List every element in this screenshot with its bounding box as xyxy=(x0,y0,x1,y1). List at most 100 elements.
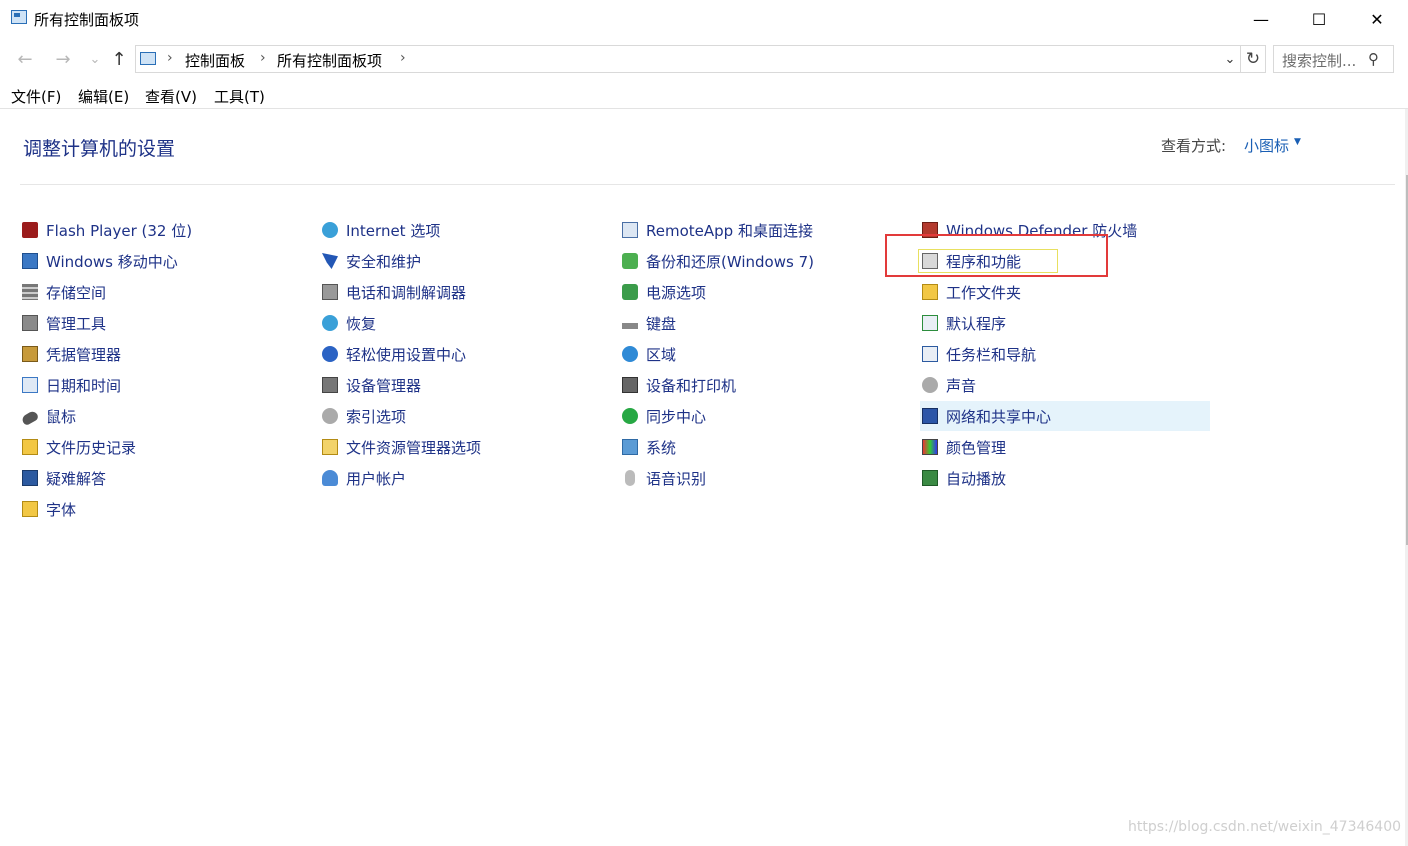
control-panel-item-label[interactable]: 设备和打印机 xyxy=(646,375,736,396)
control-panel-item[interactable]: Flash Player (32 位) xyxy=(20,215,310,245)
breadcrumb-separator[interactable]: › xyxy=(400,50,406,66)
default-programs-icon xyxy=(922,315,938,331)
control-panel-item[interactable]: 颜色管理 xyxy=(920,432,1210,462)
control-panel-item-label[interactable]: 管理工具 xyxy=(46,313,106,334)
control-panel-item-label[interactable]: 字体 xyxy=(46,499,76,520)
control-panel-item[interactable]: 同步中心 xyxy=(620,401,910,431)
control-panel-item-label[interactable]: 索引选项 xyxy=(346,406,406,427)
control-panel-item-label[interactable]: Windows 移动中心 xyxy=(46,251,178,272)
breadcrumb-all-items[interactable]: 所有控制面板项 xyxy=(277,50,382,71)
control-panel-item-label[interactable]: 备份和还原(Windows 7) xyxy=(646,251,814,272)
control-panel-item-label[interactable]: 疑难解答 xyxy=(46,468,106,489)
refresh-button[interactable]: ↻ xyxy=(1240,46,1265,72)
control-panel-item[interactable]: 设备和打印机 xyxy=(620,370,910,400)
control-panel-item[interactable]: 文件历史记录 xyxy=(20,432,310,462)
control-panel-item[interactable]: 日期和时间 xyxy=(20,370,310,400)
control-panel-item[interactable]: 网络和共享中心 xyxy=(920,401,1210,431)
control-panel-item[interactable]: Internet 选项 xyxy=(320,215,610,245)
control-panel-item[interactable]: 区域 xyxy=(620,339,910,369)
control-panel-item-label[interactable]: 设备管理器 xyxy=(346,375,421,396)
control-panel-item[interactable]: 自动播放 xyxy=(920,463,1210,493)
control-panel-item-label[interactable]: Internet 选项 xyxy=(346,220,440,241)
control-panel-item[interactable]: 用户帐户 xyxy=(320,463,610,493)
control-panel-item[interactable]: 恢复 xyxy=(320,308,610,338)
control-panel-item[interactable]: 安全和维护 xyxy=(320,246,610,276)
menu-tools[interactable]: 工具(T) xyxy=(214,86,265,107)
security-maintenance-icon xyxy=(322,253,338,269)
control-panel-item[interactable]: 工作文件夹 xyxy=(920,277,1210,307)
control-panel-item-label[interactable]: 轻松使用设置中心 xyxy=(346,344,466,365)
control-panel-item-label[interactable]: 颜色管理 xyxy=(946,437,1006,458)
control-panel-item[interactable]: 鼠标 xyxy=(20,401,310,431)
control-panel-item-label[interactable]: 存储空间 xyxy=(46,282,106,303)
search-icon[interactable]: ⚲ xyxy=(1368,50,1379,68)
control-panel-item-label[interactable]: 声音 xyxy=(946,375,976,396)
back-button[interactable]: ← xyxy=(14,46,36,72)
control-panel-item[interactable]: Windows 移动中心 xyxy=(20,246,310,276)
recent-locations-button[interactable]: ⌄ xyxy=(84,46,106,72)
fonts-icon xyxy=(22,501,38,517)
window-title: 所有控制面板项 xyxy=(34,11,140,29)
breadcrumb-control-panel[interactable]: 控制面板 xyxy=(185,50,245,71)
control-panel-item-label[interactable]: 自动播放 xyxy=(946,468,1006,489)
control-panel-item[interactable]: 备份和还原(Windows 7) xyxy=(620,246,910,276)
maximize-button[interactable]: ☐ xyxy=(1290,0,1348,38)
menu-view[interactable]: 查看(V) xyxy=(145,86,197,107)
control-panel-item-label[interactable]: 鼠标 xyxy=(46,406,76,427)
control-panel-item-label[interactable]: 用户帐户 xyxy=(346,468,406,489)
forward-button[interactable]: → xyxy=(52,46,74,72)
control-panel-item[interactable]: 轻松使用设置中心 xyxy=(320,339,610,369)
control-panel-item[interactable]: 设备管理器 xyxy=(320,370,610,400)
control-panel-item-label[interactable]: Flash Player (32 位) xyxy=(46,220,192,241)
control-panel-item[interactable]: 字体 xyxy=(20,494,310,524)
close-button[interactable]: ✕ xyxy=(1348,0,1406,38)
control-panel-item[interactable]: 声音 xyxy=(920,370,1210,400)
address-dropdown-button[interactable]: ⌄ xyxy=(1218,46,1241,72)
view-by-dropdown[interactable]: 小图标 xyxy=(1244,135,1289,156)
menu-edit[interactable]: 编辑(E) xyxy=(78,86,129,107)
search-placeholder[interactable]: 搜索控制... xyxy=(1282,50,1356,71)
control-panel-item[interactable]: 系统 xyxy=(620,432,910,462)
mouse-icon xyxy=(20,409,40,426)
control-panel-item[interactable]: 文件资源管理器选项 xyxy=(320,432,610,462)
control-panel-item-label[interactable]: 电源选项 xyxy=(646,282,706,303)
control-panel-item-label[interactable]: 任务栏和导航 xyxy=(946,344,1036,365)
control-panel-item-label[interactable]: 语音识别 xyxy=(646,468,706,489)
control-panel-item[interactable]: 存储空间 xyxy=(20,277,310,307)
control-panel-item-label[interactable]: 区域 xyxy=(646,344,676,365)
breadcrumb-separator[interactable]: › xyxy=(167,50,173,66)
control-panel-item[interactable]: 管理工具 xyxy=(20,308,310,338)
control-panel-item-label[interactable]: 电话和调制解调器 xyxy=(346,282,466,303)
chevron-down-icon[interactable]: ▼ xyxy=(1294,137,1301,147)
control-panel-item[interactable]: 疑难解答 xyxy=(20,463,310,493)
control-panel-item[interactable]: RemoteApp 和桌面连接 xyxy=(620,215,910,245)
control-panel-item-label[interactable]: 默认程序 xyxy=(946,313,1006,334)
control-panel-icon xyxy=(140,52,156,65)
control-panel-item[interactable]: 凭据管理器 xyxy=(20,339,310,369)
control-panel-item-label[interactable]: 凭据管理器 xyxy=(46,344,121,365)
breadcrumb-separator[interactable]: › xyxy=(260,50,266,66)
control-panel-item[interactable]: 电话和调制解调器 xyxy=(320,277,610,307)
menu-file[interactable]: 文件(F) xyxy=(11,86,61,107)
control-panel-item-label[interactable]: 安全和维护 xyxy=(346,251,421,272)
control-panel-item[interactable]: 任务栏和导航 xyxy=(920,339,1210,369)
control-panel-item[interactable]: 默认程序 xyxy=(920,308,1210,338)
region-icon xyxy=(622,346,638,362)
control-panel-item-label[interactable]: 文件历史记录 xyxy=(46,437,136,458)
minimize-button[interactable]: — xyxy=(1232,0,1290,38)
control-panel-item-label[interactable]: 同步中心 xyxy=(646,406,706,427)
control-panel-item-label[interactable]: 文件资源管理器选项 xyxy=(346,437,481,458)
recovery-icon xyxy=(322,315,338,331)
control-panel-item-label[interactable]: RemoteApp 和桌面连接 xyxy=(646,220,813,241)
control-panel-item[interactable]: 键盘 xyxy=(620,308,910,338)
control-panel-item-label[interactable]: 键盘 xyxy=(646,313,676,334)
control-panel-item-label[interactable]: 日期和时间 xyxy=(46,375,121,396)
control-panel-item-label[interactable]: 系统 xyxy=(646,437,676,458)
control-panel-item[interactable]: 语音识别 xyxy=(620,463,910,493)
control-panel-item-label[interactable]: 工作文件夹 xyxy=(946,282,1021,303)
control-panel-item-label[interactable]: 恢复 xyxy=(346,313,376,334)
up-button[interactable]: ↑ xyxy=(108,46,130,72)
control-panel-item[interactable]: 索引选项 xyxy=(320,401,610,431)
control-panel-item[interactable]: 电源选项 xyxy=(620,277,910,307)
control-panel-item-label[interactable]: 网络和共享中心 xyxy=(946,406,1051,427)
